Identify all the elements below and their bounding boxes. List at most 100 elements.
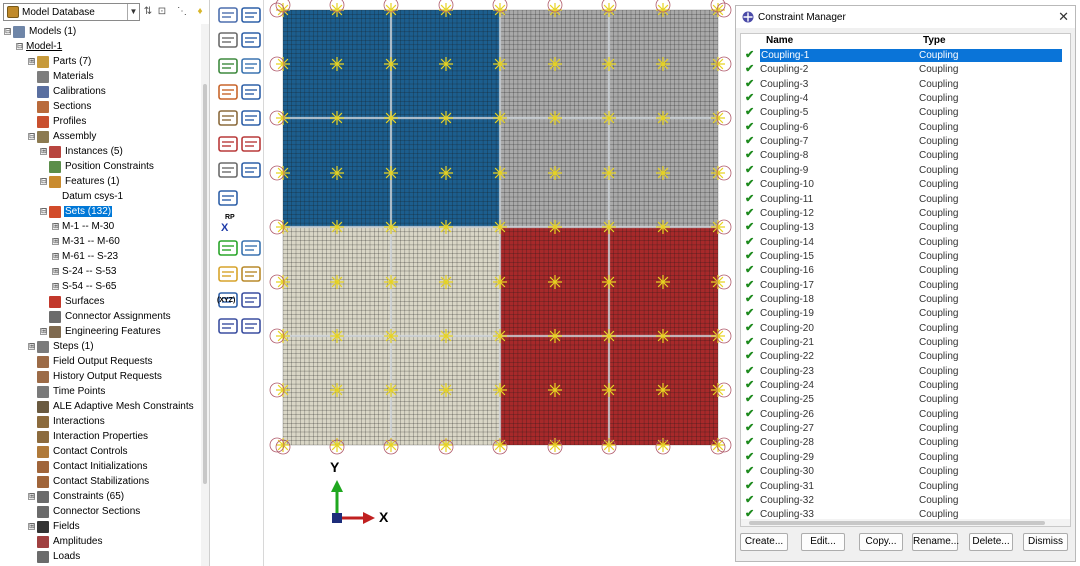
manager-icon-2[interactable]: [240, 82, 262, 102]
table-row[interactable]: ✔ Coupling-3 Coupling: [741, 78, 1070, 92]
expand-icon[interactable]: ⊞: [52, 283, 59, 290]
table-row[interactable]: ✔ Coupling-15 Coupling: [741, 250, 1070, 264]
triad-icon[interactable]: [240, 316, 262, 336]
tree-item[interactable]: Calibrations: [28, 84, 107, 99]
table-row[interactable]: ✔ Coupling-6 Coupling: [741, 121, 1070, 135]
table-row[interactable]: ✔ Coupling-22 Coupling: [741, 350, 1070, 364]
delete-button[interactable]: Delete...: [969, 533, 1013, 551]
edit-button[interactable]: Edit...: [801, 533, 845, 551]
table-row[interactable]: ✔ Coupling-18 Coupling: [741, 293, 1070, 307]
column-header-type[interactable]: Type: [923, 35, 946, 46]
manager-icon[interactable]: [240, 30, 262, 50]
connector-icon[interactable]: [217, 160, 239, 180]
mpc-tool-icon[interactable]: [217, 56, 239, 76]
table-row[interactable]: ✔ Coupling-19 Coupling: [741, 307, 1070, 321]
tree-item[interactable]: Contact Stabilizations: [28, 474, 150, 489]
table-row[interactable]: ✔ Coupling-7 Coupling: [741, 135, 1070, 149]
expand-icon[interactable]: ⊞: [28, 58, 35, 65]
tree-item[interactable]: ⊞ Parts (7): [28, 54, 92, 69]
filter-tree-icon[interactable]: ⋱: [175, 4, 189, 19]
column-header-name[interactable]: Name: [766, 35, 793, 46]
dismiss-button[interactable]: Dismiss: [1023, 533, 1068, 551]
tree-item[interactable]: Connector Assignments: [40, 309, 172, 324]
table-row[interactable]: ✔ Coupling-17 Coupling: [741, 279, 1070, 293]
tree-item[interactable]: Sections: [28, 99, 92, 114]
close-icon[interactable]: ✕: [1058, 9, 1069, 24]
lightbulb-icon[interactable]: ♦: [193, 4, 207, 19]
collapse-icon[interactable]: ⊟: [40, 208, 47, 215]
tree-vertical-scrollbar[interactable]: [201, 24, 209, 566]
tree-item[interactable]: Materials: [28, 69, 95, 84]
tree-item[interactable]: ⊞ M-61 -- S-23: [52, 249, 119, 264]
tree-item[interactable]: Interaction Properties: [28, 429, 149, 444]
table-row[interactable]: ✔ Coupling-21 Coupling: [741, 336, 1070, 350]
coupling-tool-icon[interactable]: [217, 5, 239, 25]
partition-icon[interactable]: [240, 264, 262, 284]
table-scroll-thumb[interactable]: [749, 521, 1045, 525]
create-button[interactable]: Create...: [740, 533, 788, 551]
expand-icon[interactable]: ⊞: [28, 523, 35, 530]
table-row[interactable]: ✔ Coupling-14 Coupling: [741, 236, 1070, 250]
table-row[interactable]: ✔ Coupling-24 Coupling: [741, 379, 1070, 393]
datum-point-icon[interactable]: [217, 316, 239, 336]
manager-icon-4[interactable]: [240, 160, 262, 180]
tree-item[interactable]: ⊞ Engineering Features: [40, 324, 162, 339]
table-row[interactable]: ✔ Coupling-31 Coupling: [741, 480, 1070, 494]
table-row[interactable]: ✔ Coupling-26 Coupling: [741, 408, 1070, 422]
tree-item[interactable]: History Output Requests: [28, 369, 163, 384]
table-row[interactable]: ✔ Coupling-23 Coupling: [741, 365, 1070, 379]
collapse-icon[interactable]: ⊟: [4, 28, 11, 35]
display-body-icon[interactable]: [240, 134, 262, 154]
table-row[interactable]: ✔ Coupling-27 Coupling: [741, 422, 1070, 436]
dialog-titlebar[interactable]: Constraint Manager ✕: [736, 6, 1075, 28]
table-row[interactable]: ✔ Coupling-13 Coupling: [741, 221, 1070, 235]
rigid-body-icon[interactable]: [240, 56, 262, 76]
tree-item[interactable]: ⊟ Features (1): [40, 174, 120, 189]
tree-item[interactable]: Time Points: [28, 384, 106, 399]
constraint-manager-icon[interactable]: [240, 5, 262, 25]
table-row[interactable]: ✔ Coupling-16 Coupling: [741, 264, 1070, 278]
sort-arrows-icon[interactable]: ⇅: [141, 4, 155, 19]
tree-item[interactable]: ⊟ Model-1: [16, 39, 63, 54]
table-row[interactable]: ✔ Coupling-4 Coupling: [741, 92, 1070, 106]
tie-tool-icon[interactable]: [217, 30, 239, 50]
tree-scroll-thumb[interactable]: [203, 84, 207, 484]
table-row[interactable]: ✔ Coupling-5 Coupling: [741, 106, 1070, 120]
table-row[interactable]: ✔ Coupling-32 Coupling: [741, 494, 1070, 508]
tree-item[interactable]: ⊟ Models (1): [4, 24, 77, 39]
expand-icon[interactable]: ⊞: [40, 148, 47, 155]
table-row[interactable]: ✔ Coupling-29 Coupling: [741, 451, 1070, 465]
tree-item[interactable]: Contact Controls: [28, 444, 128, 459]
table-row[interactable]: ✔ Coupling-28 Coupling: [741, 436, 1070, 450]
equation-icon[interactable]: [217, 134, 239, 154]
tree-item[interactable]: Position Constraints: [40, 159, 155, 174]
table-row[interactable]: ✔ Coupling-30 Coupling: [741, 465, 1070, 479]
tree-item[interactable]: Surfaces: [40, 294, 105, 309]
table-horizontal-scrollbar[interactable]: [741, 519, 1070, 526]
tree-item[interactable]: ⊞ S-54 -- S-65: [52, 279, 117, 294]
collapse-icon[interactable]: ⊟: [16, 43, 23, 50]
manager-icon-3[interactable]: [240, 108, 262, 128]
expand-icon[interactable]: ⊞: [28, 493, 35, 500]
expand-icon[interactable]: ⊞: [52, 268, 59, 275]
tree-item[interactable]: ⊟ Sets (132): [40, 204, 113, 219]
tree-item[interactable]: Field Output Requests: [28, 354, 154, 369]
rename-button[interactable]: Rename...: [912, 533, 959, 551]
collapse-icon[interactable]: ⊟: [28, 133, 35, 140]
table-row[interactable]: ✔ Coupling-20 Coupling: [741, 322, 1070, 336]
tree-item[interactable]: Profiles: [28, 114, 87, 129]
tree-item[interactable]: Contact Initializations: [28, 459, 149, 474]
plus-icon[interactable]: [217, 238, 239, 258]
wire-icon[interactable]: [240, 238, 262, 258]
tree-item[interactable]: ⊟ Assembly: [28, 129, 97, 144]
tree-item[interactable]: ⊞ Fields: [28, 519, 81, 534]
datum-axes-icon[interactable]: [240, 290, 262, 310]
shell-solid-icon[interactable]: [217, 82, 239, 102]
folder-icon[interactable]: ⊡: [155, 4, 169, 19]
table-row[interactable]: ✔ Coupling-12 Coupling: [741, 207, 1070, 221]
tree-item[interactable]: ⊞ M-1 -- M-30: [52, 219, 115, 234]
tree-item[interactable]: Amplitudes: [28, 534, 103, 549]
reference-point-button[interactable]: RP X: [220, 214, 240, 236]
embedded-icon[interactable]: [217, 108, 239, 128]
table-row[interactable]: ✔ Coupling-10 Coupling: [741, 178, 1070, 192]
